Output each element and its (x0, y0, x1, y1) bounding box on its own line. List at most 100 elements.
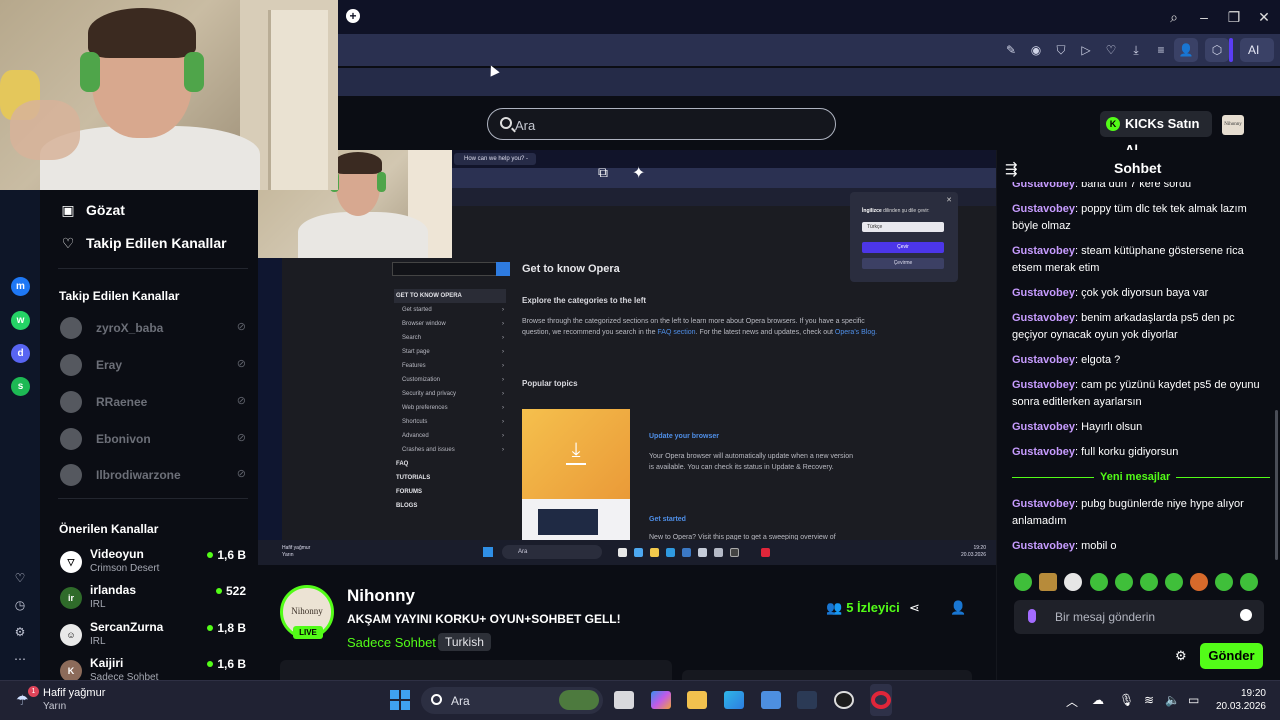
emote-icon[interactable] (1140, 573, 1158, 591)
play-icon[interactable]: ▷ (1077, 42, 1095, 58)
emote-icon[interactable] (1064, 573, 1082, 591)
discord-icon[interactable]: d (11, 344, 30, 363)
settings-icon[interactable]: ⚙ (12, 624, 28, 640)
recommended-channel[interactable]: ir irlandas IRL 522 (60, 583, 246, 615)
buy-kicks-button[interactable]: K KICKs Satın Al (1100, 111, 1212, 157)
store-icon[interactable] (761, 691, 781, 709)
user-avatar[interactable]: Nihonny (1222, 115, 1244, 135)
chat-username[interactable]: Gustavobey (1012, 203, 1075, 215)
close-window-button[interactable]: ✕ (1254, 7, 1274, 27)
followed-channel[interactable]: RRaenee ⊘ (60, 391, 246, 413)
viewer-value: 522 (225, 584, 246, 598)
followed-channel[interactable]: Ilbrodiwarzone ⊘ (60, 464, 246, 486)
emote-icon[interactable] (1215, 573, 1233, 591)
emote-icon[interactable] (1039, 573, 1057, 591)
video-time: 19:20 (973, 545, 986, 551)
recommended-channel[interactable]: ☺ SercanZurna IRL 1,8 B (60, 620, 246, 652)
download-icon[interactable]: ⤓ (1127, 42, 1145, 58)
send-button[interactable]: Gönder (1200, 643, 1263, 669)
avatar: ir (60, 587, 82, 609)
video-menu-label: Get started (402, 307, 432, 313)
heart-icon[interactable]: ♡ (12, 570, 28, 586)
chat-username[interactable]: Gustavobey (1012, 312, 1075, 324)
channel-name: Kaijiri (90, 656, 124, 670)
chat-message: Gustavobey: pubg bugünlerde niye hype al… (1012, 498, 1244, 527)
spotify-icon[interactable]: s (11, 377, 30, 396)
emote-icon[interactable] (1090, 573, 1108, 591)
emoji-icon[interactable] (1240, 609, 1252, 621)
mic-icon[interactable] (1028, 609, 1036, 623)
chat-scrollbar[interactable] (1275, 410, 1278, 560)
chat-username[interactable]: Gustavobey (1012, 245, 1075, 257)
followed-channel[interactable]: zyroX_baba ⊘ (60, 317, 246, 339)
nav-browse[interactable]: ▣ Gözat (60, 202, 125, 219)
emote-icon[interactable] (1115, 573, 1133, 591)
followed-channel[interactable]: Eray ⊘ (60, 354, 246, 376)
category-link[interactable]: Sadece Sohbet (347, 635, 436, 650)
emote-icon[interactable] (1165, 573, 1183, 591)
share-icon[interactable]: ⋖ (909, 600, 920, 616)
nav-following[interactable]: ♡ Takip Edilen Kanallar (60, 235, 227, 252)
chevron-right-icon: › (502, 377, 504, 383)
steam-icon[interactable] (797, 691, 817, 709)
battery-icon[interactable]: ▭ (1188, 693, 1199, 707)
copilot-icon[interactable] (651, 691, 671, 709)
chat-settings-icon[interactable]: ⚙ (1175, 648, 1187, 664)
chat-username[interactable]: Gustavobey (1012, 354, 1075, 366)
collapse-chat-icon[interactable]: ⇶ (1005, 160, 1018, 178)
shield-icon[interactable]: ⛉ (1052, 42, 1070, 58)
wifi-icon[interactable]: ≋ (1144, 693, 1154, 707)
chevron-right-icon: › (502, 405, 504, 411)
volume-icon[interactable]: 🔈 (1165, 693, 1180, 707)
edge-icon[interactable] (724, 691, 744, 709)
download-icon: ⤓ (566, 439, 586, 465)
headset-icon (80, 52, 100, 92)
follow-user-icon[interactable]: 👤 (950, 600, 966, 616)
followed-channel[interactable]: Ebonivon ⊘ (60, 428, 246, 450)
edit-icon[interactable]: ✎ (1002, 42, 1020, 58)
chat-username[interactable]: Gustavobey (1012, 421, 1075, 433)
emote-icon[interactable] (1190, 573, 1208, 591)
taskbar-search[interactable]: Ara (421, 687, 603, 714)
emote-bar (1014, 573, 1264, 593)
restore-button[interactable]: ❐ (1224, 7, 1244, 27)
start-button[interactable] (390, 690, 410, 710)
chat-username[interactable]: Gustavobey (1012, 498, 1075, 510)
video-side-rail (258, 244, 282, 540)
messenger-icon[interactable]: m (11, 277, 30, 296)
channel-name[interactable]: Nihonny (347, 586, 415, 606)
menu-icon[interactable]: ≡ (1152, 42, 1170, 58)
obs-icon[interactable] (834, 691, 854, 709)
history-icon[interactable]: ◷ (12, 597, 28, 613)
sparkle-icon[interactable]: ✦ (632, 163, 654, 183)
camera-icon[interactable]: ◉ (1027, 42, 1045, 58)
chat-username[interactable]: Gustavobey (1012, 540, 1075, 552)
task-view-icon[interactable] (614, 691, 634, 709)
chat-username[interactable]: Gustavobey (1012, 287, 1075, 299)
video-menu-label: Web preferences (402, 405, 448, 411)
more-icon[interactable]: ⋯ (12, 651, 28, 667)
minimize-button[interactable]: – (1194, 7, 1214, 27)
card-image (538, 509, 598, 535)
tray-cloud-icon[interactable]: ☁ (1092, 693, 1104, 707)
search-input[interactable]: Ara (487, 108, 836, 140)
emote-icon[interactable] (1240, 573, 1258, 591)
chat-username[interactable]: Gustavobey (1012, 182, 1075, 190)
chat-username[interactable]: Gustavobey (1012, 379, 1075, 391)
video-translate-popup: ✕ İngilizce dilinden şu dile çevir: Türk… (850, 192, 958, 282)
tray-chevron-icon[interactable]: ︿ (1066, 693, 1078, 710)
new-tab-button[interactable]: + (346, 9, 360, 23)
tray-mic-icon[interactable]: 🎙 (1119, 693, 1134, 707)
recommended-channel[interactable]: ▽ Videoyun Crimson Desert 1,6 B (60, 547, 246, 579)
taskbar-clock[interactable]: 19:20 20.03.2026 (1212, 687, 1266, 713)
heart-icon[interactable]: ♡ (1102, 42, 1120, 58)
tab-search-icon[interactable]: ⌕ (1164, 7, 1184, 27)
chat-input[interactable]: Bir mesaj gönderin (1014, 600, 1264, 634)
weather-text[interactable]: Hafif yağmur (43, 687, 105, 699)
emote-icon[interactable] (1014, 573, 1032, 591)
clip-icon[interactable]: ⧉ (598, 164, 620, 182)
whatsapp-icon[interactable]: w (11, 311, 30, 330)
language-tag[interactable]: Turkish (438, 633, 491, 651)
chat-username[interactable]: Gustavobey (1012, 446, 1075, 458)
file-explorer-icon[interactable] (687, 691, 707, 709)
